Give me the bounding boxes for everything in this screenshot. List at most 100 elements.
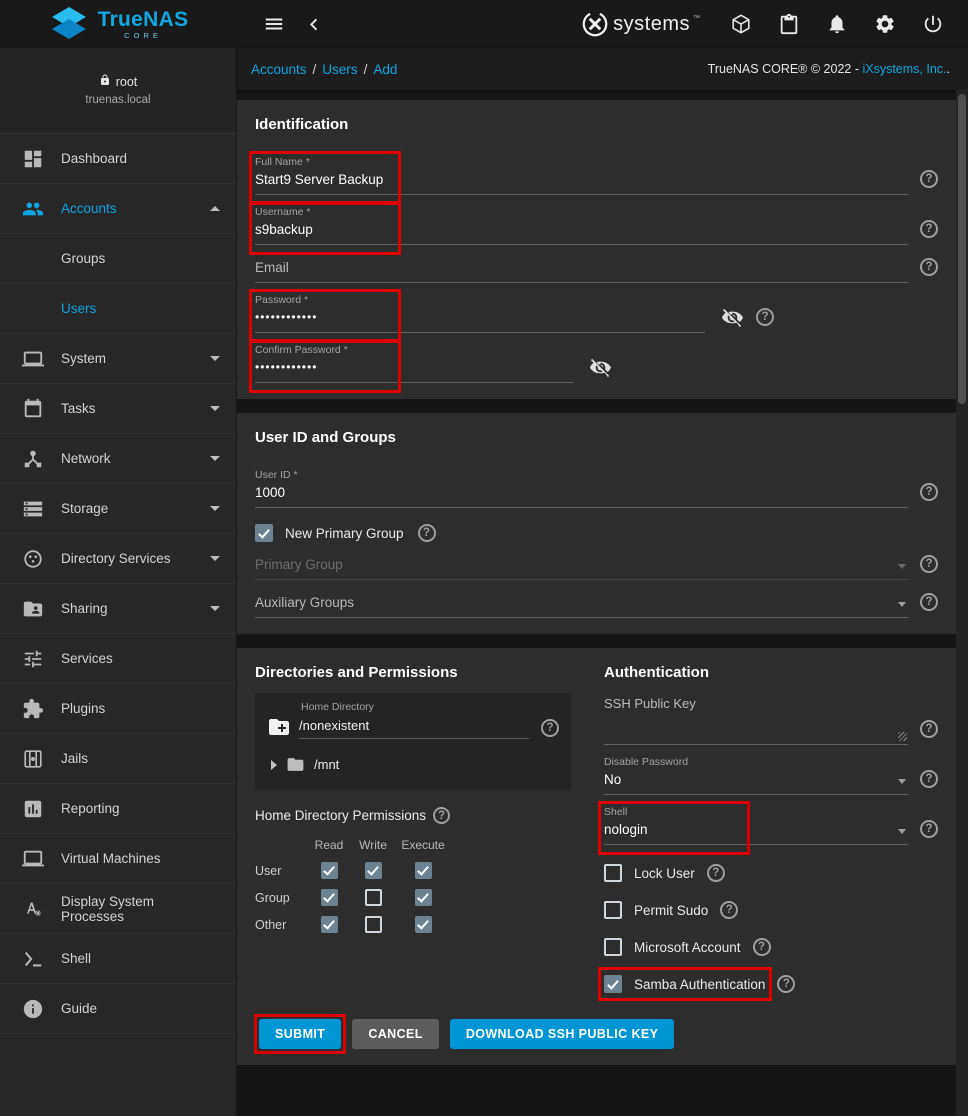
perm-group-read-checkbox[interactable]	[321, 889, 338, 906]
username-input[interactable]: s9backup	[255, 218, 908, 245]
back-icon[interactable]	[305, 15, 324, 34]
home-directory-input[interactable]: /nonexistent	[299, 716, 529, 739]
perm-group-execute-checkbox[interactable]	[415, 889, 432, 906]
sidebar-item-users[interactable]: Users	[0, 284, 236, 334]
microsoft-account-checkbox[interactable]	[604, 938, 622, 956]
help-icon[interactable]	[920, 483, 938, 501]
help-icon[interactable]	[753, 938, 771, 956]
breadcrumb-add[interactable]: Add	[373, 62, 397, 77]
help-icon[interactable]	[920, 770, 938, 788]
lock-user-checkbox[interactable]	[604, 864, 622, 882]
sidebar-item-sharing[interactable]: Sharing	[0, 584, 236, 634]
resize-grip-icon[interactable]	[898, 732, 907, 741]
perm-user-execute-checkbox[interactable]	[415, 862, 432, 879]
inventory-icon[interactable]	[730, 13, 752, 35]
sidebar-item-shell[interactable]: Shell	[0, 934, 236, 984]
help-icon[interactable]	[920, 220, 938, 238]
home-directory-panel: Home Directory /nonexistent	[255, 693, 571, 790]
sidebar-item-guide[interactable]: Guide	[0, 984, 236, 1034]
sidebar-item-tasks[interactable]: Tasks	[0, 384, 236, 434]
breadcrumb-users[interactable]: Users	[322, 62, 357, 77]
sidebar-item-directory-services[interactable]: Directory Services	[0, 534, 236, 584]
chevron-down-icon[interactable]	[898, 564, 906, 569]
help-icon[interactable]	[777, 975, 795, 993]
password-input[interactable]: ••••••••••••	[255, 306, 705, 333]
perm-user-read-checkbox[interactable]	[321, 862, 338, 879]
sidebar-item-plugins[interactable]: Plugins	[0, 684, 236, 734]
disable-password-select[interactable]: No	[604, 768, 908, 795]
menu-icon[interactable]	[263, 13, 285, 35]
help-icon[interactable]	[920, 720, 938, 738]
scrollbar-thumb[interactable]	[958, 94, 966, 404]
perm-cell	[395, 916, 451, 933]
sidebar-item-jails[interactable]: Jails	[0, 734, 236, 784]
help-icon[interactable]	[920, 593, 938, 611]
hostname: truenas.local	[0, 94, 236, 106]
chevron-right-icon[interactable]	[271, 760, 277, 770]
help-icon[interactable]	[756, 308, 774, 326]
permit-sudo-checkbox[interactable]	[604, 901, 622, 919]
new-primary-group-checkbox[interactable]	[255, 524, 273, 542]
sidebar-item-storage[interactable]: Storage	[0, 484, 236, 534]
sharing-icon	[22, 598, 44, 620]
chevron-down-icon[interactable]	[898, 829, 906, 834]
perm-other-execute-checkbox[interactable]	[415, 916, 432, 933]
breadcrumb-accounts[interactable]: Accounts	[251, 62, 307, 77]
user-id-input[interactable]: 1000	[255, 481, 908, 508]
sidebar-item-system[interactable]: System	[0, 334, 236, 384]
cancel-button[interactable]: CANCEL	[352, 1019, 438, 1049]
create-folder-icon[interactable]	[267, 715, 291, 739]
sidebar-item-reporting[interactable]: Reporting	[0, 784, 236, 834]
sidebar-item-dashboard[interactable]: Dashboard	[0, 134, 236, 184]
sidebar-item-network[interactable]: Network	[0, 434, 236, 484]
chevron-down-icon[interactable]	[898, 779, 906, 784]
email-input[interactable]: Email	[255, 256, 908, 283]
download-ssh-key-button[interactable]: DOWNLOAD SSH PUBLIC KEY	[450, 1019, 675, 1049]
help-icon[interactable]	[720, 901, 738, 919]
sidebar-item-services[interactable]: Services	[0, 634, 236, 684]
help-icon[interactable]	[541, 719, 559, 737]
primary-group-select[interactable]: Primary Group	[255, 553, 908, 580]
lock-user-row: Lock User	[604, 864, 938, 882]
scrollbar[interactable]	[956, 90, 968, 1116]
full-name-input[interactable]: Start9 Server Backup	[255, 168, 908, 195]
help-icon[interactable]	[707, 864, 725, 882]
help-icon[interactable]	[418, 524, 436, 542]
help-icon[interactable]	[920, 258, 938, 276]
sidebar-item-groups[interactable]: Groups	[0, 234, 236, 284]
help-icon[interactable]	[920, 170, 938, 188]
tree-item-mnt[interactable]: /mnt	[271, 755, 559, 774]
power-icon[interactable]	[922, 13, 944, 35]
perm-group-write-checkbox[interactable]	[365, 889, 382, 906]
visibility-off-icon[interactable]	[589, 356, 612, 379]
help-icon[interactable]	[920, 555, 938, 573]
tasks-icon[interactable]	[778, 13, 800, 35]
network-icon	[22, 448, 44, 470]
perm-other-write-checkbox[interactable]	[365, 916, 382, 933]
notifications-icon[interactable]	[826, 13, 848, 35]
shell-select[interactable]: nologin	[604, 818, 908, 845]
sidebar-item-virtual-machines[interactable]: Virtual Machines	[0, 834, 236, 884]
user-id-groups-section: User ID and Groups User ID * 1000 New Pr…	[237, 413, 956, 634]
visibility-off-icon[interactable]	[721, 306, 744, 329]
sidebar-item-label: Jails	[61, 751, 220, 766]
help-icon[interactable]	[433, 807, 450, 824]
confirm-password-input[interactable]: ••••••••••••	[255, 356, 573, 383]
samba-authentication-checkbox[interactable]	[604, 975, 622, 993]
submit-button[interactable]: SUBMIT	[259, 1019, 341, 1049]
brand-subtitle: CORE	[124, 32, 162, 40]
sidebar-item-accounts[interactable]: Accounts	[0, 184, 236, 234]
logged-in-user: root	[116, 75, 138, 89]
system-icon	[22, 348, 44, 370]
main-content: Accounts/Users/Add TrueNAS CORE® © 2022 …	[237, 48, 968, 1116]
chevron-down-icon[interactable]	[898, 602, 906, 607]
sidebar-item-display-system-processes[interactable]: Display System Processes	[0, 884, 236, 934]
help-icon[interactable]	[920, 820, 938, 838]
ssh-public-key-input[interactable]	[604, 711, 908, 745]
settings-icon[interactable]	[874, 13, 896, 35]
password-label: Password *	[255, 294, 705, 306]
copyright-link[interactable]: iXsystems, Inc.	[862, 62, 946, 76]
perm-user-write-checkbox[interactable]	[365, 862, 382, 879]
auxiliary-groups-select[interactable]: Auxiliary Groups	[255, 591, 908, 618]
perm-other-read-checkbox[interactable]	[321, 916, 338, 933]
